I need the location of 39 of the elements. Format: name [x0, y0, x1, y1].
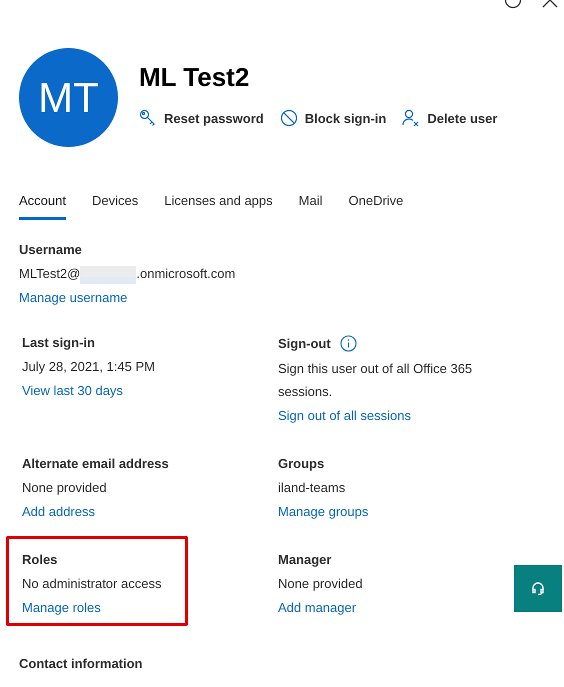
field-title: Alternate email address	[22, 456, 169, 471]
field-title: Manager	[278, 552, 332, 567]
tab[interactable]: Account	[19, 193, 66, 220]
link[interactable]: Add manager	[278, 600, 356, 615]
section-heading: Contact information	[19, 656, 144, 671]
field-title: Username	[19, 242, 83, 257]
link[interactable]: Manage username	[19, 290, 128, 305]
field-value: None provided	[278, 575, 364, 593]
field-title: Last sign-in	[22, 335, 95, 350]
user-name: ML Test2	[139, 62, 250, 93]
field-value: None provided	[22, 479, 108, 497]
field-value: iland-teams	[278, 479, 346, 497]
key-icon	[139, 109, 157, 127]
link[interactable]: Sign out of all sessions	[278, 408, 411, 423]
tab[interactable]: OneDrive	[348, 193, 404, 220]
field-title: Roles	[22, 552, 58, 567]
link[interactable]: View last 30 days	[22, 383, 123, 398]
tab[interactable]: Devices	[92, 193, 138, 220]
redaction-block	[80, 266, 136, 284]
field-title: Sign-out	[278, 336, 331, 351]
action-button[interactable]: Reset password	[139, 109, 264, 127]
avatar: MT	[19, 48, 118, 147]
person-remove-icon	[402, 109, 420, 127]
field-value: MLTest2@ .onmicrosoft.com	[19, 262, 564, 285]
link[interactable]: Add address	[22, 504, 95, 519]
tab[interactable]: Mail	[298, 193, 322, 220]
field-value: July 28, 2021, 1:45 PM	[22, 358, 156, 376]
action-button[interactable]: Block sign-in	[280, 109, 386, 127]
field-title: Groups	[278, 456, 324, 471]
action-button[interactable]: Delete user	[402, 109, 498, 127]
block-icon	[280, 109, 298, 127]
tab[interactable]: Licenses and apps	[164, 193, 273, 220]
info-icon[interactable]	[340, 335, 357, 352]
field-value: No administrator access	[22, 575, 162, 593]
help-button[interactable]	[514, 565, 562, 612]
link[interactable]: Manage roles	[22, 600, 101, 615]
field-value: Sign this user out of all Office 365 sessions.	[278, 360, 474, 401]
headset-icon	[531, 582, 545, 596]
link[interactable]: Manage groups	[278, 504, 368, 519]
